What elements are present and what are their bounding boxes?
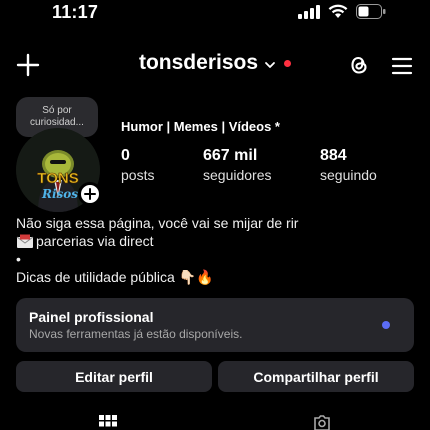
profile-header: tonsderisos (0, 46, 430, 86)
envelope-icon (16, 234, 34, 248)
threads-icon[interactable] (346, 52, 372, 78)
bio-line-2-text: parcerias via direct (36, 233, 154, 249)
bio-line-2: parcerias via direct (16, 232, 298, 250)
grid-tab-icon[interactable] (98, 414, 118, 430)
stat-followers[interactable]: 667 mil seguidores (203, 147, 272, 183)
plus-icon (84, 188, 96, 200)
stat-value: 884 (320, 147, 347, 164)
bio-line-1: Não siga essa página, você vai se mijar … (16, 215, 299, 231)
wifi-icon (328, 4, 348, 18)
profile-bio: Não siga essa página, você vai se mijar … (16, 214, 298, 286)
add-story-button[interactable] (78, 182, 102, 206)
username: tonsderisos (138, 51, 259, 74)
edit-profile-button[interactable]: Editar perfil (16, 361, 212, 392)
profile-category: Humor | Memes | Vídeos * (121, 119, 280, 134)
notification-dot (284, 59, 292, 67)
note-text: Só por curiosidad... (30, 104, 84, 129)
chevron-down-icon (265, 61, 275, 68)
menu-icon[interactable] (390, 54, 414, 78)
stat-label: posts (121, 167, 155, 183)
battery-icon (356, 4, 386, 19)
avatar-logo-line2: Risos (41, 187, 78, 201)
new-indicator-dot (382, 321, 390, 329)
bio-line-4: Dicas de utilidade pública 👇🏻🔥 (16, 269, 214, 285)
status-icons (298, 4, 386, 19)
stat-value: 667 mil (203, 147, 258, 164)
stat-label: seguidores (203, 167, 272, 183)
status-time: 11:17 (52, 2, 99, 22)
professional-dashboard-subtitle: Novas ferramentas já estão disponíveis. (29, 327, 243, 341)
cellular-signal-icon (298, 4, 320, 19)
stat-label: seguindo (320, 167, 377, 183)
stat-posts[interactable]: 0 posts (121, 147, 154, 183)
bio-line-3: • (16, 251, 21, 267)
professional-dashboard-card[interactable]: Painel profissional Novas ferramentas já… (16, 298, 414, 352)
stat-value: 0 (121, 147, 130, 164)
tagged-tab-icon[interactable] (312, 414, 332, 430)
professional-dashboard-title: Painel profissional (29, 309, 154, 325)
share-profile-button[interactable]: Compartilhar perfil (218, 361, 414, 392)
stat-following[interactable]: 884 seguindo (320, 147, 377, 183)
status-bar: 11:17 (0, 0, 430, 30)
avatar-logo-line1: TONS (37, 170, 78, 187)
